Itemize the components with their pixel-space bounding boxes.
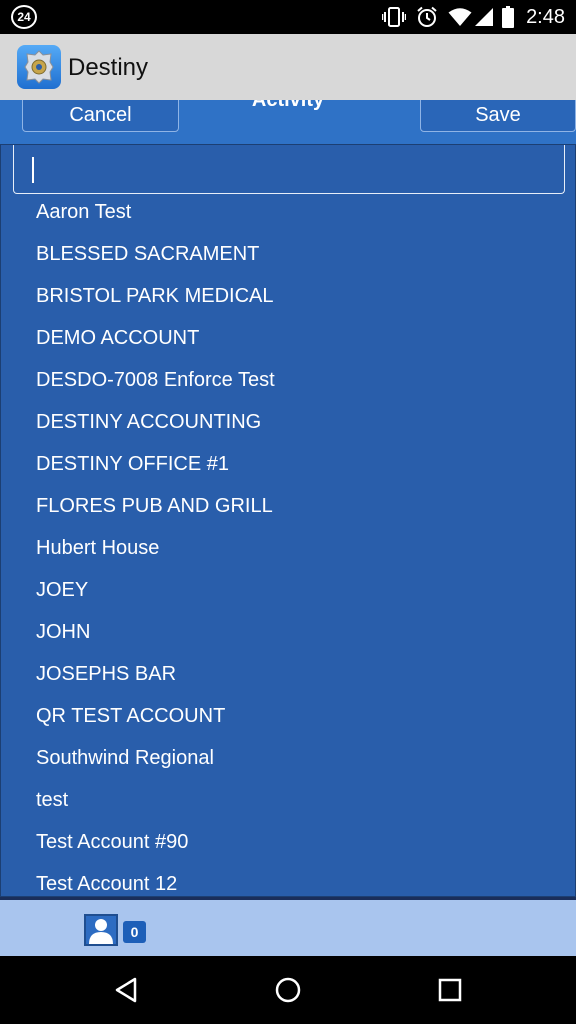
status-icons: 2:48 (382, 0, 576, 34)
list-item[interactable]: JOSEPHS BAR (1, 658, 575, 700)
search-input[interactable] (13, 145, 565, 194)
list-item[interactable]: Aaron Test (1, 196, 575, 238)
notification-badge: 24 (11, 5, 37, 29)
alarm-icon (416, 6, 438, 28)
save-button[interactable]: Save (420, 100, 576, 132)
recents-icon[interactable] (410, 956, 490, 1024)
app-title: Destiny (68, 54, 149, 81)
list-item[interactable]: DESDO-7008 Enforce Test (1, 364, 575, 406)
list-item[interactable]: Test Account 12 (1, 868, 575, 896)
vibrate-icon (382, 6, 407, 28)
list-item[interactable]: JOHN (1, 616, 575, 658)
navigation-bar (0, 956, 576, 1024)
user-icon[interactable] (84, 914, 118, 946)
list-item[interactable]: Southwind Regional (1, 742, 575, 784)
account-picker: Aaron Test BLESSED SACRAMENT BRISTOL PARK … (0, 144, 576, 897)
list-item[interactable]: JOEY (1, 574, 575, 616)
signal-icon (474, 7, 494, 27)
police-badge-icon (17, 45, 61, 89)
list-item[interactable]: BRISTOL PARK MEDICAL (1, 280, 575, 322)
list-item[interactable]: test (1, 784, 575, 826)
list-item[interactable]: Test Account #90 (1, 826, 575, 868)
app-bar: Destiny (0, 34, 576, 100)
wifi-icon (448, 7, 472, 27)
text-cursor (32, 157, 34, 183)
status-bar: 24 2:48 (0, 0, 576, 34)
battery-icon (502, 6, 515, 28)
list-item[interactable]: DESTINY ACCOUNTING (1, 406, 575, 448)
list-item[interactable]: FLORES PUB AND GRILL (1, 490, 575, 532)
home-icon[interactable] (248, 956, 328, 1024)
list-item[interactable]: BLESSED SACRAMENT (1, 238, 575, 280)
clock: 2:48 (526, 5, 565, 28)
back-icon[interactable] (86, 956, 166, 1024)
count-badge: 0 (123, 921, 146, 943)
list-item[interactable]: DEMO ACCOUNT (1, 322, 575, 364)
list-item[interactable]: DESTINY OFFICE #1 (1, 448, 575, 490)
bottom-status-bar: 0 (0, 897, 576, 956)
dialog-toolbar: Cancel Activity Save (0, 100, 576, 144)
list-item[interactable]: QR TEST ACCOUNT (1, 700, 575, 742)
list-item[interactable]: Hubert House (1, 532, 575, 574)
account-list[interactable]: Aaron Test BLESSED SACRAMENT BRISTOL PARK … (1, 196, 575, 896)
